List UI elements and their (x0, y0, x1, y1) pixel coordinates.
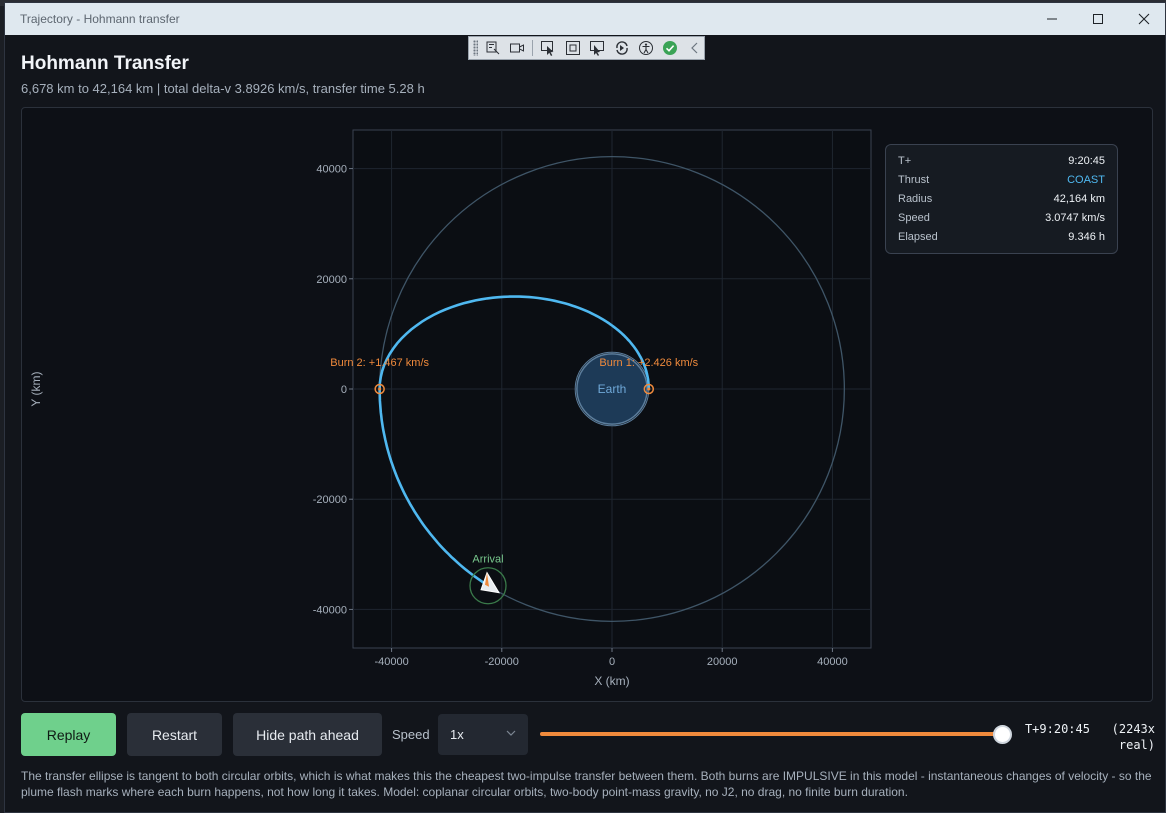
x-tick-label: 40000 (817, 656, 848, 668)
telemetry-value: 9.346 h (1068, 230, 1105, 243)
speed-label: Speed (392, 727, 430, 742)
y-tick-label: -40000 (313, 604, 347, 616)
x-tick-label: 20000 (707, 656, 738, 668)
accessibility-icon[interactable] (637, 38, 655, 58)
telemetry-row-t-plus: T+ 9:20:45 (898, 151, 1105, 170)
burn-label-2: Burn 2: +1.467 km/s (330, 357, 429, 369)
y-axis-label: Y (km) (29, 371, 43, 406)
burn-label-1: Burn 1: +2.426 km/s (599, 357, 698, 369)
telemetry-label: Radius (898, 192, 933, 205)
restart-button[interactable]: Restart (127, 713, 222, 756)
x-tick-label: -40000 (374, 656, 408, 668)
replay-button[interactable]: Replay (21, 713, 116, 756)
record-icon[interactable] (508, 38, 526, 58)
select-element-icon[interactable] (484, 38, 502, 58)
burn-dot-1 (647, 387, 651, 391)
pointer-icon[interactable] (539, 38, 557, 58)
y-tick-label: 40000 (316, 164, 347, 176)
maximize-button[interactable] (1075, 3, 1121, 35)
telemetry-label: Thrust (898, 173, 930, 186)
playback-slider-track[interactable] (540, 732, 1004, 736)
telemetry-label: T+ (898, 154, 912, 167)
speed-value: 1x (450, 727, 464, 742)
telemetry-label: Elapsed (898, 230, 938, 243)
x-axis-label: X (km) (594, 674, 629, 688)
frame-icon[interactable] (564, 38, 582, 58)
close-icon (1138, 13, 1150, 25)
telemetry-row-radius: Radius 42,164 km (898, 189, 1105, 208)
y-tick-label: 0 (341, 384, 347, 396)
model-footnote: The transfer ellipse is tangent to both … (21, 769, 1152, 799)
burn-dot-2 (378, 387, 382, 391)
telemetry-row-speed: Speed 3.0747 km/s (898, 208, 1105, 227)
minimize-icon (1047, 18, 1057, 20)
layout-adorner-icon[interactable] (588, 38, 606, 58)
drag-grip-icon[interactable] (473, 40, 478, 56)
toolbar-separator (532, 40, 534, 56)
telemetry-row-elapsed: Elapsed 9.346 h (898, 227, 1105, 246)
check-icon[interactable] (661, 38, 679, 58)
debug-toolbar (468, 36, 705, 60)
trajectory-plot-panel: -40000 -20000 0 20000 40000 40000 20000 0 -20000… (21, 107, 1153, 702)
x-tick-label: -20000 (485, 656, 519, 668)
collapse-icon[interactable] (686, 38, 704, 58)
timecode-readout: T+9:20:45 (2243x real) (1024, 722, 1155, 752)
window-title: Trajectory - Hohmann transfer (20, 12, 180, 26)
telemetry-row-thrust: Thrust COAST (898, 170, 1105, 189)
hide-path-button[interactable]: Hide path ahead (233, 713, 382, 756)
telemetry-label: Speed (898, 211, 930, 224)
earth-label: Earth (598, 382, 627, 396)
maximize-icon (1093, 14, 1103, 24)
telemetry-value: 42,164 km (1053, 192, 1105, 205)
playback-slider-thumb[interactable] (993, 725, 1012, 744)
page-subtitle: 6,678 km to 42,164 km | total delta-v 3.… (21, 81, 425, 96)
telemetry-panel: T+ 9:20:45 Thrust COAST Radius 42,164 km… (885, 144, 1118, 254)
telemetry-value: 9:20:45 (1068, 154, 1105, 167)
trajectory-window: Trajectory - Hohmann transfer Hohmann Tr… (4, 2, 1166, 813)
thrust-status: COAST (1067, 173, 1105, 186)
chevron-down-icon (506, 730, 516, 736)
hot-reload-icon[interactable] (612, 38, 630, 58)
close-button[interactable] (1121, 3, 1166, 35)
x-tick-label: 0 (609, 656, 615, 668)
telemetry-value: 3.0747 km/s (1045, 211, 1105, 224)
y-tick-label: 20000 (316, 274, 347, 286)
speed-select[interactable]: 1x (438, 714, 528, 755)
arrival-label: Arrival (472, 554, 503, 566)
page-title: Hohmann Transfer (21, 53, 189, 74)
y-tick-label: -20000 (313, 494, 347, 506)
title-bar: Trajectory - Hohmann transfer (5, 3, 1165, 35)
minimize-button[interactable] (1029, 3, 1075, 35)
